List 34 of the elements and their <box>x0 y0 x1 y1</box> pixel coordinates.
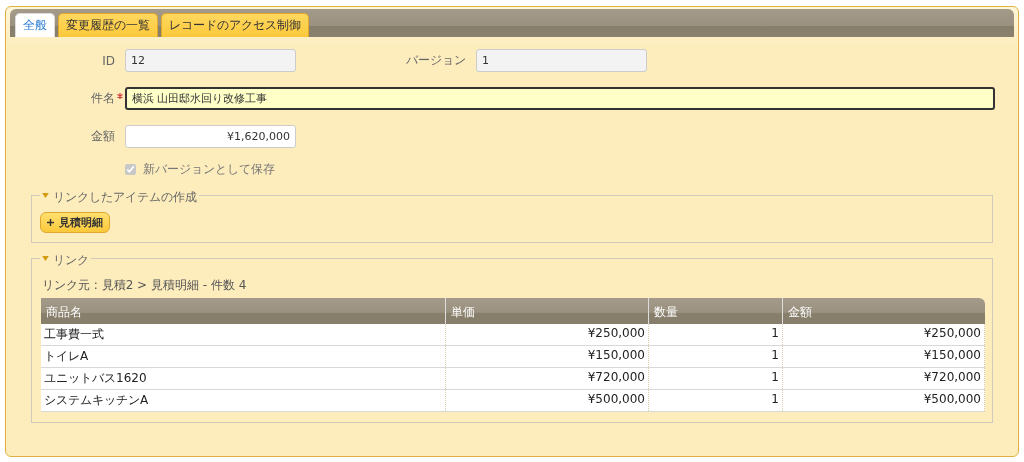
checkbox-label: 新バージョンとして保存 <box>143 160 275 178</box>
table-cell: ¥720,000 <box>783 368 985 389</box>
table-cell: 1 <box>649 346 783 367</box>
table-cell: ユニットバス1620 <box>41 368 446 389</box>
table-cell: 1 <box>649 324 783 345</box>
column-header[interactable]: 金額 <box>783 298 985 324</box>
link-source-text: リンク元 : 見積2 > 見積明細 - 件数 4 <box>42 277 248 294</box>
section-title: リンク <box>53 252 89 269</box>
field-label: 件名 <box>90 90 116 107</box>
table-cell: トイレA <box>41 346 446 367</box>
table-cell: システムキッチンA <box>41 390 446 411</box>
table-cell: ¥250,000 <box>446 324 649 345</box>
field-label: 金額 <box>90 128 116 145</box>
add-button[interactable]: 見積明細 <box>40 212 110 233</box>
plus-icon <box>47 219 54 226</box>
table-cell: ¥150,000 <box>783 346 985 367</box>
field-label: バージョン <box>405 52 467 69</box>
tab[interactable]: レコードのアクセス制御 <box>161 13 309 37</box>
table-cell: ¥250,000 <box>783 324 985 345</box>
table-cell: ¥500,000 <box>446 390 649 411</box>
table-cell: 工事費一式 <box>41 324 446 345</box>
tab[interactable]: 変更履歴の一覧 <box>58 13 158 37</box>
amount-field[interactable]: ¥1,620,000 <box>125 125 296 148</box>
expand-icon[interactable] <box>42 256 49 261</box>
tab[interactable]: 全般 <box>15 13 55 37</box>
table-cell: 1 <box>649 368 783 389</box>
table-cell: ¥500,000 <box>783 390 985 411</box>
subject-field[interactable]: 横浜 山田邸水回り改修工事 <box>125 87 995 110</box>
table-cell: 1 <box>649 390 783 411</box>
table-cell: ¥720,000 <box>446 368 649 389</box>
table-cell: ¥150,000 <box>446 346 649 367</box>
field-label: ID <box>101 53 116 68</box>
expand-icon[interactable] <box>42 193 49 198</box>
section-title: リンクしたアイテムの作成 <box>53 189 197 206</box>
